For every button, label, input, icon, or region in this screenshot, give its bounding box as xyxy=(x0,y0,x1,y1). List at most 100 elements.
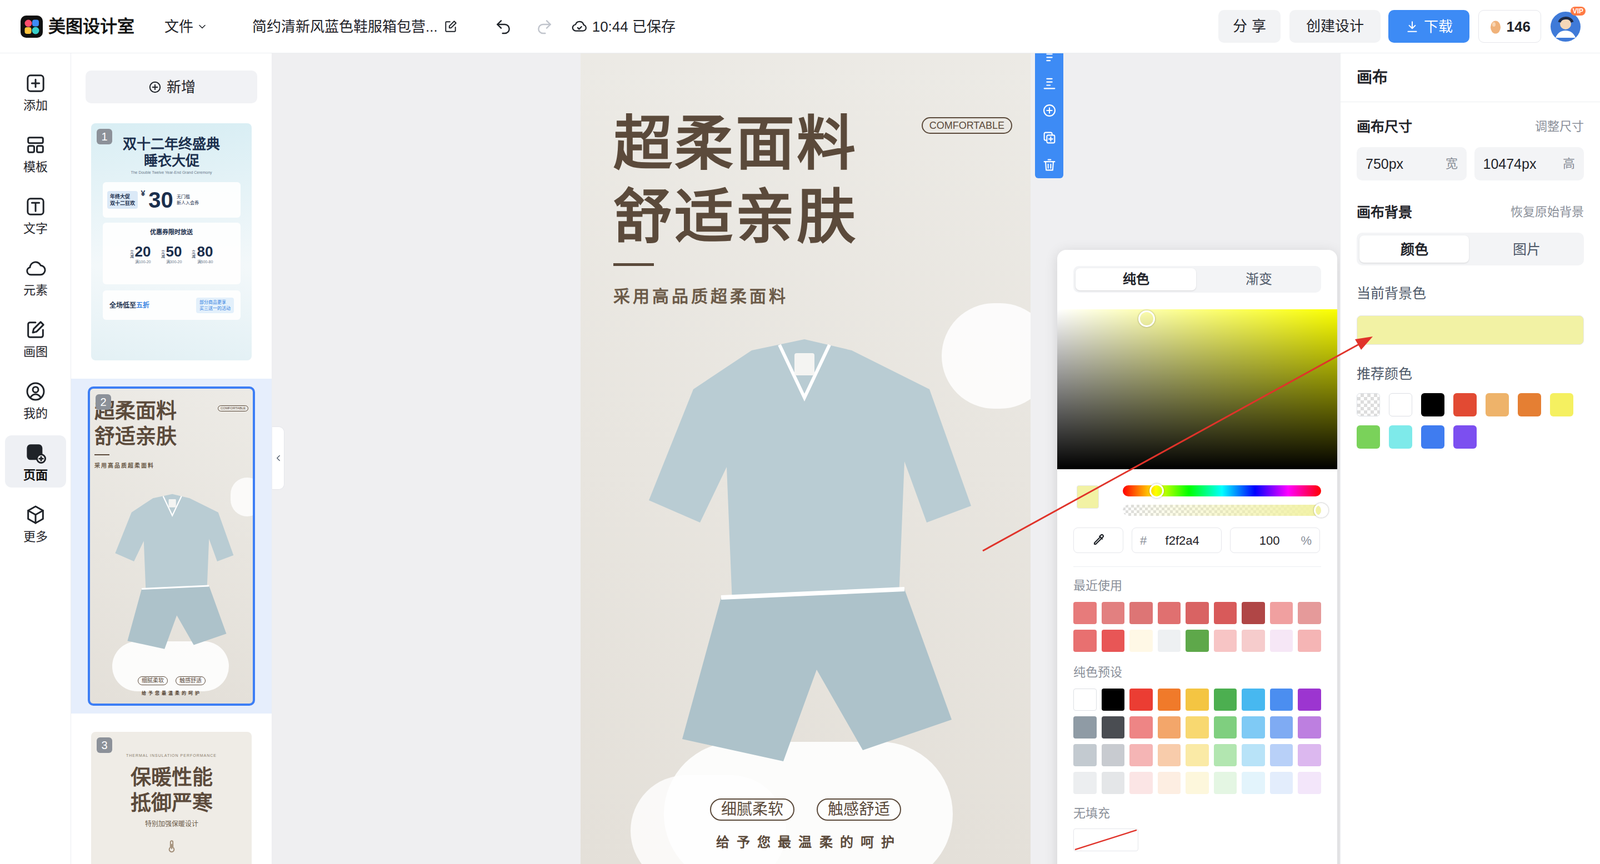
eyedropper-button[interactable] xyxy=(1073,527,1124,554)
collapse-panel-button[interactable] xyxy=(272,426,285,490)
alpha-handle[interactable] xyxy=(1313,503,1329,518)
color-swatch[interactable] xyxy=(1213,716,1238,739)
color-swatch[interactable] xyxy=(1297,630,1322,653)
background-tab[interactable]: 颜色 xyxy=(1359,235,1469,263)
color-swatch[interactable] xyxy=(1297,602,1322,625)
color-swatch[interactable] xyxy=(1297,716,1322,739)
color-swatch[interactable] xyxy=(1241,630,1265,653)
color-swatch[interactable] xyxy=(1241,744,1265,767)
section-action[interactable]: 恢复原始背景 xyxy=(1510,203,1584,221)
color-swatch[interactable] xyxy=(1356,425,1380,449)
color-swatch[interactable] xyxy=(1157,602,1182,625)
color-swatch[interactable] xyxy=(1129,602,1153,625)
logo[interactable]: 美图设计室 xyxy=(20,15,135,38)
color-swatch[interactable] xyxy=(1213,602,1238,625)
color-swatch[interactable] xyxy=(1129,744,1153,767)
design-title-line[interactable]: 舒适亲肤 xyxy=(613,180,1031,254)
color-swatch[interactable] xyxy=(1157,716,1182,739)
rail-item[interactable]: 模板 xyxy=(5,127,67,180)
hex-value[interactable]: f2f2a4 xyxy=(1151,531,1214,550)
document-title[interactable]: 简约清新风蓝色鞋服箱包营... xyxy=(252,17,458,37)
color-swatch[interactable] xyxy=(1073,772,1097,795)
color-swatch[interactable] xyxy=(1157,744,1182,767)
add-icon[interactable] xyxy=(1041,102,1058,119)
file-menu[interactable]: 文件 xyxy=(164,17,208,37)
color-swatch[interactable] xyxy=(1101,688,1125,712)
section-action[interactable]: 调整尺寸 xyxy=(1535,118,1584,135)
color-swatch[interactable] xyxy=(1297,688,1322,712)
rail-item[interactable]: 页面 xyxy=(5,435,67,488)
color-swatch[interactable] xyxy=(1157,630,1182,653)
rail-item[interactable]: 添加 xyxy=(5,65,67,118)
color-swatch[interactable] xyxy=(1073,688,1097,712)
color-swatch[interactable] xyxy=(1185,744,1209,767)
page-thumbnail[interactable]: 1双十二年终盛典睡衣大促The Double Twelve Year-End G… xyxy=(91,123,252,361)
color-swatch[interactable] xyxy=(1101,630,1125,653)
page-item[interactable]: 2超柔面料舒适亲肤采用高品质超柔面料COMFORTABLE细腻柔软触感舒适给予您… xyxy=(71,378,272,714)
page-item[interactable]: 1双十二年终盛典睡衣大促The Double Twelve Year-End G… xyxy=(71,115,272,369)
color-swatch[interactable] xyxy=(1185,688,1209,712)
color-swatch[interactable] xyxy=(1101,602,1125,625)
design-badge[interactable]: COMFORTABLE xyxy=(921,117,1013,134)
rail-item[interactable]: 更多 xyxy=(5,497,67,550)
design-tag[interactable]: 触感舒适 xyxy=(816,798,902,822)
page-thumbnail[interactable]: 2超柔面料舒适亲肤采用高品质超柔面料COMFORTABLE细腻柔软触感舒适给予您… xyxy=(87,386,255,707)
height-input[interactable]: 10474px高 xyxy=(1474,147,1585,181)
rail-item[interactable]: 元素 xyxy=(5,250,67,303)
slogan-text[interactable]: 给予您最温柔的呵护 xyxy=(716,834,903,852)
color-swatch[interactable] xyxy=(1101,744,1125,767)
color-swatch[interactable] xyxy=(1241,716,1265,739)
color-swatch[interactable] xyxy=(1157,688,1182,712)
align-top-icon[interactable] xyxy=(1041,53,1058,64)
color-swatch[interactable] xyxy=(1270,688,1294,712)
color-swatch[interactable] xyxy=(1213,744,1238,767)
color-swatch[interactable] xyxy=(1073,630,1097,653)
rail-item[interactable]: 画图 xyxy=(5,312,67,365)
picker-tab[interactable]: 纯色 xyxy=(1075,268,1197,291)
color-swatch[interactable] xyxy=(1388,393,1413,417)
color-swatch[interactable] xyxy=(1073,602,1097,625)
edit-icon[interactable] xyxy=(443,19,458,34)
color-swatch[interactable] xyxy=(1157,772,1182,795)
color-swatch[interactable] xyxy=(1421,393,1445,417)
no-fill-swatch[interactable] xyxy=(1073,828,1139,852)
color-swatch[interactable] xyxy=(1241,688,1265,712)
background-tab[interactable]: 图片 xyxy=(1471,235,1582,263)
color-swatch[interactable] xyxy=(1073,744,1097,767)
design-page[interactable]: 超柔面料舒适亲肤采用高品质超柔面料COMFORTABLE细腻柔软触感舒适给予您最… xyxy=(580,53,1031,864)
hue-slider[interactable] xyxy=(1122,485,1322,497)
redo-icon[interactable] xyxy=(535,17,554,36)
hue-handle[interactable] xyxy=(1149,483,1164,499)
color-swatch[interactable] xyxy=(1453,425,1477,449)
color-swatch[interactable] xyxy=(1297,744,1322,767)
color-swatch[interactable] xyxy=(1129,772,1153,795)
undo-icon[interactable] xyxy=(494,17,513,36)
color-swatch[interactable] xyxy=(1073,716,1097,739)
color-swatch[interactable] xyxy=(1129,630,1153,653)
points-counter[interactable]: 146 xyxy=(1478,10,1542,43)
trash-icon[interactable] xyxy=(1041,157,1058,173)
design-tag[interactable]: 细腻柔软 xyxy=(710,798,795,822)
color-swatch[interactable] xyxy=(1185,630,1209,653)
page-item[interactable]: 3THERMAL INSULATION PERFORMANCE保暖性能抵御严寒特… xyxy=(71,724,272,864)
color-swatch[interactable] xyxy=(1517,393,1542,417)
avatar[interactable]: VIP xyxy=(1550,11,1582,43)
color-swatch[interactable] xyxy=(1453,393,1477,417)
color-swatch[interactable] xyxy=(1129,716,1153,739)
rail-item[interactable]: 文字 xyxy=(5,188,67,242)
add-page-button[interactable]: 新增 xyxy=(85,70,258,104)
align-bottom-icon[interactable] xyxy=(1041,75,1058,92)
color-swatch[interactable] xyxy=(1213,630,1238,653)
size-value[interactable]: 750px xyxy=(1365,155,1404,173)
color-swatch[interactable] xyxy=(1241,602,1265,625)
color-swatch[interactable] xyxy=(1185,602,1209,625)
download-button[interactable]: 下载 xyxy=(1388,10,1470,43)
design-subtitle[interactable]: 采用高品质超柔面料 xyxy=(613,286,1031,308)
color-swatch[interactable] xyxy=(1241,772,1265,795)
picker-tab[interactable]: 渐变 xyxy=(1198,268,1319,291)
transparent-swatch[interactable] xyxy=(1356,393,1380,417)
color-swatch[interactable] xyxy=(1270,716,1294,739)
color-swatch[interactable] xyxy=(1213,688,1238,712)
color-swatch[interactable] xyxy=(1185,716,1209,739)
color-swatch[interactable] xyxy=(1485,393,1509,417)
